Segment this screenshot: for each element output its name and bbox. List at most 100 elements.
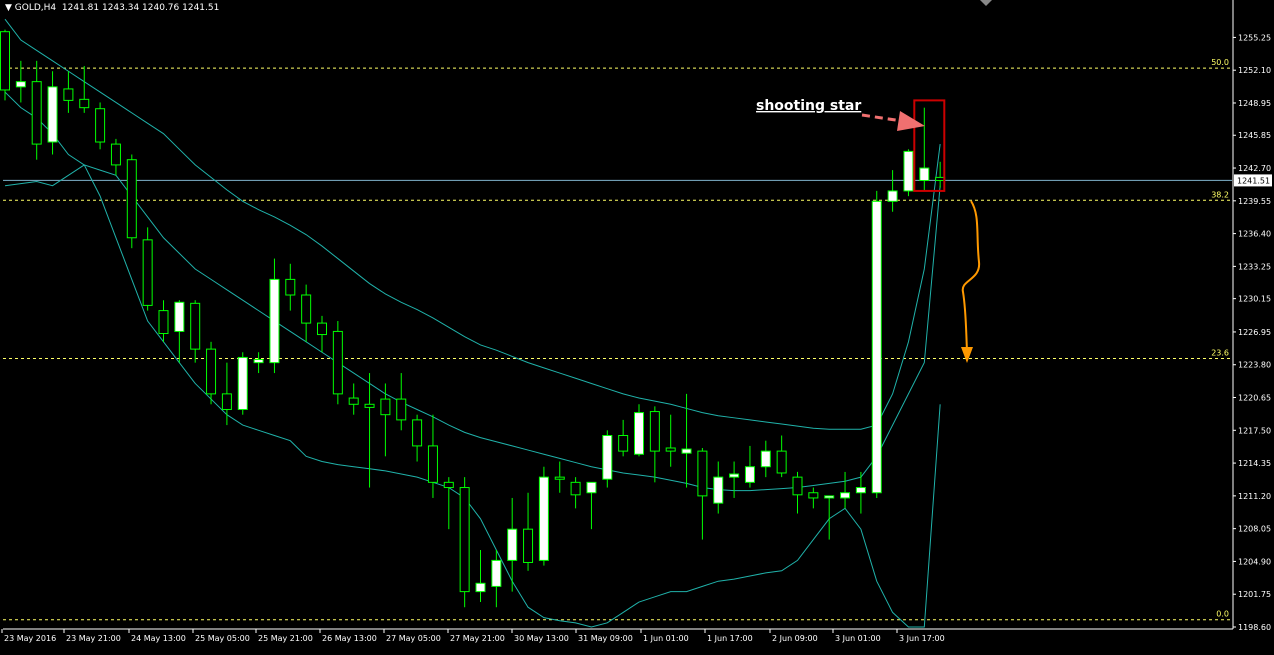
current-price-label: 1241.51 bbox=[1237, 176, 1270, 185]
time-tick-label: 25 May 05:00 bbox=[195, 634, 250, 643]
time-tick-label: 25 May 21:00 bbox=[258, 634, 313, 643]
fib-label: 23.6 bbox=[1211, 348, 1229, 357]
price-tick-label: 1236.40 bbox=[1238, 230, 1271, 239]
bear-candle bbox=[79, 98, 90, 109]
bear-candle bbox=[110, 143, 121, 166]
bull-candle bbox=[237, 356, 248, 410]
bull-candle bbox=[475, 582, 486, 593]
bollinger-middle-band bbox=[4, 164, 941, 492]
price-tick-label: 1208.05 bbox=[1238, 525, 1271, 534]
price-tick-label: 1201.75 bbox=[1238, 590, 1271, 599]
bear-candle bbox=[332, 330, 343, 395]
price-tick-label: 1239.55 bbox=[1238, 197, 1271, 206]
bull-candle bbox=[47, 86, 58, 143]
fib-label: 50.0 bbox=[1211, 58, 1229, 67]
bull-candle bbox=[855, 487, 866, 494]
bear-candle bbox=[554, 476, 565, 480]
bear-candle bbox=[0, 31, 10, 91]
bull-candle bbox=[903, 150, 914, 192]
price-tick-label: 1220.65 bbox=[1238, 394, 1271, 403]
bear-candle bbox=[776, 450, 787, 474]
time-tick-label: 23 May 21:00 bbox=[66, 634, 121, 643]
price-tick-label: 1198.60 bbox=[1238, 623, 1271, 632]
bear-candle bbox=[523, 528, 534, 563]
bear-candle bbox=[570, 481, 581, 496]
bear-candle bbox=[348, 397, 359, 405]
bull-candle bbox=[681, 448, 692, 454]
bear-candle bbox=[427, 445, 438, 483]
pink-arrow-shaft bbox=[861, 113, 903, 123]
bear-candle bbox=[443, 481, 454, 489]
fib-label: 0.0 bbox=[1216, 610, 1229, 619]
time-tick-label: 27 May 05:00 bbox=[386, 634, 441, 643]
bull-candle bbox=[919, 167, 930, 182]
bear-candle bbox=[285, 278, 296, 296]
price-tick-label: 1233.25 bbox=[1238, 262, 1271, 271]
bear-candle bbox=[808, 492, 819, 499]
annotation-label: shooting star bbox=[756, 98, 861, 114]
scroll-marker-icon bbox=[980, 0, 992, 6]
bear-candle bbox=[95, 108, 106, 143]
bull-candle bbox=[269, 278, 280, 364]
time-tick-label: 1 Jun 17:00 bbox=[707, 634, 753, 643]
bull-candle bbox=[871, 200, 882, 494]
bear-candle bbox=[618, 435, 629, 452]
dropdown-triangle-icon[interactable]: ▼ bbox=[5, 3, 12, 13]
time-tick-label: 3 Jun 01:00 bbox=[835, 634, 881, 643]
symbol-label: GOLD,H4 bbox=[14, 3, 57, 13]
fibonacci-levels: 50.0 38.2 23.6 0.0 bbox=[3, 58, 1232, 621]
time-tick-label: 27 May 21:00 bbox=[450, 634, 505, 643]
candles bbox=[0, 29, 946, 608]
time-tick-label: 1 Jun 01:00 bbox=[643, 634, 689, 643]
price-tick-label: 1214.35 bbox=[1238, 459, 1271, 468]
bear-candle bbox=[301, 294, 312, 324]
bear-candle bbox=[126, 159, 137, 239]
time-tick-label: 3 Jun 17:00 bbox=[899, 634, 945, 643]
symbol-header: ▼ GOLD,H4 1241.81 1243.34 1240.76 1241.5… bbox=[5, 3, 219, 13]
bear-candle bbox=[396, 398, 407, 421]
pink-arrowhead-icon bbox=[897, 111, 925, 131]
price-tick-label: 1223.80 bbox=[1238, 361, 1271, 370]
bull-candle bbox=[634, 412, 644, 455]
bull-candle bbox=[491, 559, 502, 587]
bull-candle bbox=[15, 81, 26, 88]
annotations: shooting star bbox=[756, 98, 981, 363]
candlestick-chart[interactable]: 50.0 38.2 23.6 0.0 shooting star 1255.25 125… bbox=[0, 0, 1274, 651]
bull-candle bbox=[744, 466, 755, 483]
bull-candle bbox=[602, 435, 613, 480]
bull-candle bbox=[729, 473, 740, 478]
bear-candle bbox=[792, 476, 803, 496]
bull-candle bbox=[538, 476, 549, 561]
price-tick-label: 1230.15 bbox=[1238, 295, 1271, 304]
bear-candle bbox=[649, 411, 660, 452]
bear-candle bbox=[380, 398, 391, 416]
bull-candle bbox=[760, 450, 771, 468]
time-tick-label: 31 May 09:00 bbox=[578, 634, 633, 643]
bear-candle bbox=[665, 447, 676, 452]
chart-area[interactable]: 50.0 38.2 23.6 0.0 shooting star 1255.25 125… bbox=[0, 0, 1274, 651]
bear-candle bbox=[459, 487, 470, 593]
price-tick-label: 1248.95 bbox=[1238, 99, 1271, 108]
bear-candle bbox=[31, 81, 42, 145]
bull-candle bbox=[586, 481, 597, 494]
time-tick-label: 26 May 13:00 bbox=[322, 634, 377, 643]
bear-candle bbox=[190, 302, 201, 350]
time-tick-label: 24 May 13:00 bbox=[131, 634, 186, 643]
bollinger-upper-band bbox=[4, 18, 941, 430]
price-tick-label: 1242.70 bbox=[1238, 164, 1271, 173]
price-tick-label: 1211.20 bbox=[1238, 492, 1271, 501]
time-tick-label: 30 May 13:00 bbox=[514, 634, 569, 643]
price-tick-label: 1252.10 bbox=[1238, 66, 1271, 75]
price-tick-label: 1226.95 bbox=[1238, 328, 1271, 337]
bull-candle bbox=[713, 476, 724, 504]
bull-candle bbox=[253, 359, 264, 364]
bear-candle bbox=[142, 239, 153, 306]
bear-candle bbox=[206, 348, 217, 395]
bull-candle bbox=[507, 528, 518, 561]
price-tick-label: 1204.90 bbox=[1238, 557, 1271, 566]
bollinger-lower-band bbox=[4, 91, 941, 628]
bull-candle bbox=[887, 190, 898, 202]
bear-candle bbox=[221, 393, 232, 410]
orange-arrow-path bbox=[961, 200, 981, 352]
price-tick-label: 1217.50 bbox=[1238, 426, 1271, 435]
